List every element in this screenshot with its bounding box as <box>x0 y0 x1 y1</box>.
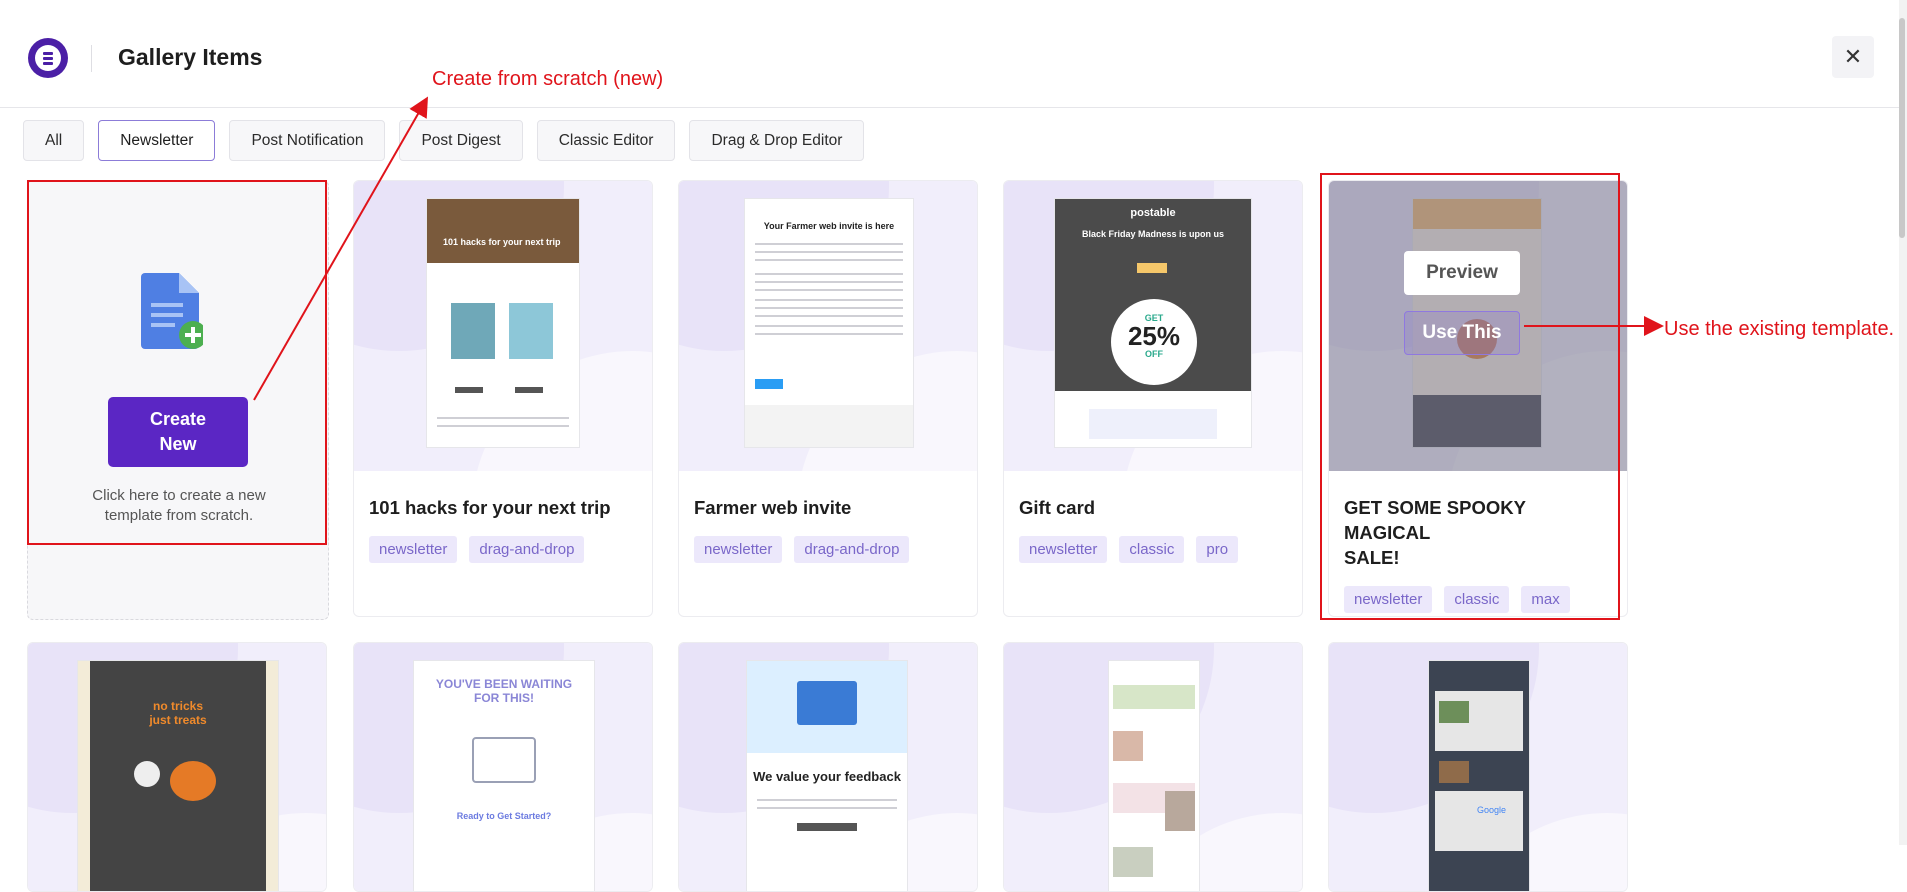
tab-post-digest[interactable]: Post Digest <box>399 120 523 161</box>
template-card[interactable]: postable Black Friday Madness is upon us… <box>1003 180 1303 617</box>
template-card[interactable]: Google <box>1328 642 1628 892</box>
modal-header: Gallery Items ✕ <box>0 0 1907 108</box>
mailpoet-logo-icon <box>28 38 68 78</box>
template-thumbnail: no tricks just treats <box>28 643 326 891</box>
tag-badge: newsletter <box>694 536 783 563</box>
template-thumbnail <box>1004 643 1302 891</box>
create-new-card[interactable]: Create New Click here to create a new te… <box>27 180 329 620</box>
close-button[interactable]: ✕ <box>1832 36 1874 78</box>
tab-newsletter[interactable]: Newsletter <box>98 120 216 161</box>
new-document-icon <box>141 273 203 349</box>
scrollbar[interactable] <box>1899 0 1907 845</box>
template-thumbnail: We value your feedback <box>679 643 977 891</box>
tag-badge: max <box>1521 586 1570 613</box>
template-card[interactable]: no tricks just treats <box>27 642 327 892</box>
template-name: 101 hacks for your next trip <box>369 497 611 518</box>
page-title: Gallery Items <box>118 44 263 70</box>
tag-badge: classic <box>1444 586 1510 613</box>
template-name: GET SOME SPOOKY MAGICAL SALE! <box>1344 497 1526 568</box>
tag-badge: newsletter <box>1344 586 1433 613</box>
template-thumbnail: Google <box>1329 643 1627 891</box>
template-card[interactable]: Your Farmer web invite is here Farmer we… <box>678 180 978 617</box>
tab-post-notification[interactable]: Post Notification <box>229 120 386 161</box>
tab-all[interactable]: All <box>23 120 85 161</box>
filter-tabs: All Newsletter Post Notification Post Di… <box>23 120 865 161</box>
tag-badge: pro <box>1196 536 1239 563</box>
scrollbar-thumb[interactable] <box>1899 18 1905 238</box>
template-thumbnail: Preview Use This <box>1329 181 1627 471</box>
tag-badge: drag-and-drop <box>794 536 910 563</box>
close-icon: ✕ <box>1843 44 1863 69</box>
template-thumbnail: 101 hacks for your next trip <box>354 181 652 471</box>
template-card[interactable]: We value your feedback <box>678 642 978 892</box>
tag-badge: newsletter <box>1019 536 1108 563</box>
template-thumbnail: Your Farmer web invite is here <box>679 181 977 471</box>
template-card[interactable] <box>1003 642 1303 892</box>
create-hint-text: Click here to create a new template from… <box>92 487 266 524</box>
template-card[interactable]: 101 hacks for your next trip 101 hacks f… <box>353 180 653 617</box>
create-new-button[interactable]: Create New <box>108 397 248 467</box>
use-this-button[interactable]: Use This <box>1404 311 1520 355</box>
annotation-use-note: Use the existing template. <box>1664 318 1895 340</box>
template-card-hovered[interactable]: Preview Use This GET SOME SPOOKY MAGICAL… <box>1328 180 1628 617</box>
tab-drag-drop-editor[interactable]: Drag & Drop Editor <box>689 120 865 161</box>
tag-badge: drag-and-drop <box>469 536 585 563</box>
tag-badge: newsletter <box>369 536 458 563</box>
template-card[interactable]: YOU'VE BEEN WAITING FOR THIS! Ready to G… <box>353 642 653 892</box>
header-divider <box>91 45 92 72</box>
tag-badge: classic <box>1119 536 1185 563</box>
template-name: Farmer web invite <box>694 497 852 518</box>
annotation-create-note: Create from scratch (new) <box>432 68 664 90</box>
template-thumbnail: YOU'VE BEEN WAITING FOR THIS! Ready to G… <box>354 643 652 891</box>
tab-classic-editor[interactable]: Classic Editor <box>536 120 676 161</box>
preview-button[interactable]: Preview <box>1404 251 1520 295</box>
template-name: Gift card <box>1019 497 1096 518</box>
template-thumbnail: postable Black Friday Madness is upon us… <box>1004 181 1302 471</box>
